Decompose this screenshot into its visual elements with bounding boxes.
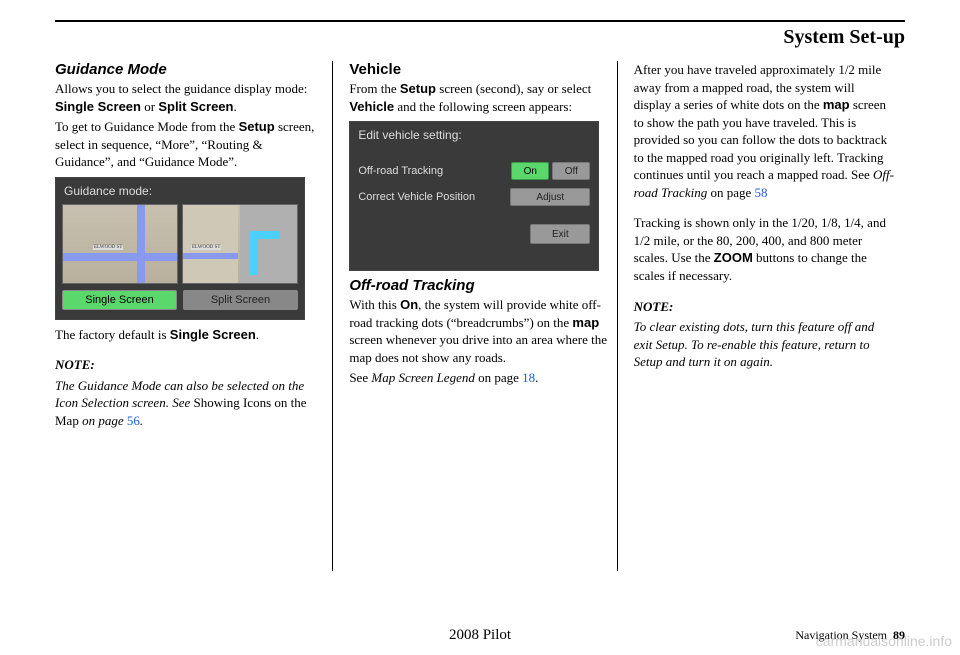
guidance-p1: Allows you to select the guidance displa… bbox=[55, 80, 316, 115]
field-label: Off-road Tracking bbox=[358, 165, 505, 177]
single-screen-button[interactable]: Single Screen bbox=[62, 290, 177, 310]
adjust-button[interactable]: Adjust bbox=[510, 188, 590, 206]
column-3: After you have traveled approximately 1/… bbox=[624, 61, 905, 571]
text-bold: ZOOM bbox=[714, 250, 753, 265]
page-link-56[interactable]: 56 bbox=[127, 413, 140, 428]
heading-vehicle: Vehicle bbox=[349, 61, 610, 78]
exit-button[interactable]: Exit bbox=[530, 224, 590, 244]
text: screen (second), say or select bbox=[436, 81, 591, 96]
text: . bbox=[256, 327, 259, 342]
footer-model-year: 2008 Pilot bbox=[449, 627, 511, 644]
text: . bbox=[535, 370, 538, 385]
col3-p1: After you have traveled approximately 1/… bbox=[634, 61, 895, 201]
text: or bbox=[141, 99, 158, 114]
text-bold: Setup bbox=[239, 119, 275, 134]
page-link-58[interactable]: 58 bbox=[755, 185, 768, 200]
vehicle-p1: From the Setup screen (second), say or s… bbox=[349, 80, 610, 115]
split-screen-button[interactable]: Split Screen bbox=[183, 290, 298, 310]
text-bold: Setup bbox=[400, 81, 436, 96]
text-bold: Vehicle bbox=[349, 99, 394, 114]
text: With this bbox=[349, 297, 400, 312]
content-columns: Guidance Mode Allows you to select the g… bbox=[55, 61, 905, 571]
note-label: NOTE: bbox=[55, 356, 316, 374]
column-separator-2 bbox=[617, 61, 618, 571]
on-button[interactable]: On bbox=[511, 162, 549, 180]
watermark: carmanualsonline.info bbox=[816, 633, 952, 649]
split-screen-preview: ELWOOD ST bbox=[182, 204, 298, 284]
guidance-p2: To get to Guidance Mode from the Setup s… bbox=[55, 118, 316, 171]
text: . bbox=[140, 413, 143, 428]
map-previews: ELWOOD ST ELWOOD ST bbox=[56, 204, 304, 284]
text-bold: map bbox=[572, 315, 599, 330]
column-2: Vehicle From the Setup screen (second), … bbox=[339, 61, 610, 571]
offroad-p2: See Map Screen Legend on page 18. bbox=[349, 369, 610, 387]
page-header-title: System Set-up bbox=[55, 26, 905, 49]
text: See bbox=[349, 370, 371, 385]
col3-note: To clear existing dots, turn this featur… bbox=[634, 318, 895, 371]
guidance-p3: The factory default is Single Screen. bbox=[55, 326, 316, 344]
text-bold: On bbox=[400, 297, 418, 312]
offroad-p1: With this On, the system will provide wh… bbox=[349, 296, 610, 366]
heading-offroad-tracking: Off-road Tracking bbox=[349, 277, 610, 294]
screenshot-title: Guidance mode: bbox=[56, 178, 304, 204]
text-bold: Single Screen bbox=[55, 99, 141, 114]
offroad-tracking-row: Off-road Tracking On Off bbox=[350, 158, 598, 184]
vehicle-settings-screenshot: Edit vehicle setting: Off-road Tracking … bbox=[349, 121, 599, 271]
text: The factory default is bbox=[55, 327, 170, 342]
screenshot-title: Edit vehicle setting: bbox=[350, 122, 598, 148]
text: on page bbox=[707, 185, 754, 200]
on-off-toggle: On Off bbox=[511, 162, 590, 180]
text: To get to Guidance Mode from the bbox=[55, 119, 239, 134]
single-screen-preview: ELWOOD ST bbox=[62, 204, 178, 284]
off-button[interactable]: Off bbox=[552, 162, 590, 180]
text-bold: Split Screen bbox=[158, 99, 233, 114]
column-separator-1 bbox=[332, 61, 333, 571]
text: . bbox=[233, 99, 236, 114]
guidance-mode-screenshot: Guidance mode: ELWOOD ST ELWOOD ST bbox=[55, 177, 305, 320]
guidance-note: The Guidance Mode can also be selected o… bbox=[55, 377, 316, 430]
text: and the following screen appears: bbox=[394, 99, 572, 114]
guidance-buttons: Single Screen Split Screen bbox=[56, 284, 304, 316]
text-bold: Single Screen bbox=[170, 327, 256, 342]
header-rule bbox=[55, 20, 905, 22]
page-link-18[interactable]: 18 bbox=[522, 370, 535, 385]
field-label: Correct Vehicle Position bbox=[358, 191, 504, 203]
text: on page bbox=[79, 413, 127, 428]
text: screen whenever you drive into an area w… bbox=[349, 332, 607, 365]
heading-guidance-mode: Guidance Mode bbox=[55, 61, 316, 78]
column-1: Guidance Mode Allows you to select the g… bbox=[55, 61, 326, 571]
text-bold: map bbox=[823, 97, 850, 112]
text: From the bbox=[349, 81, 400, 96]
text: on page bbox=[475, 370, 522, 385]
col3-p2: Tracking is shown only in the 1/20, 1/8,… bbox=[634, 214, 895, 284]
text: Allows you to select the guidance displa… bbox=[55, 81, 307, 96]
note-label: NOTE: bbox=[634, 298, 895, 316]
correct-position-row: Correct Vehicle Position Adjust bbox=[350, 184, 598, 210]
text-ref: Map Screen Legend bbox=[371, 370, 475, 385]
